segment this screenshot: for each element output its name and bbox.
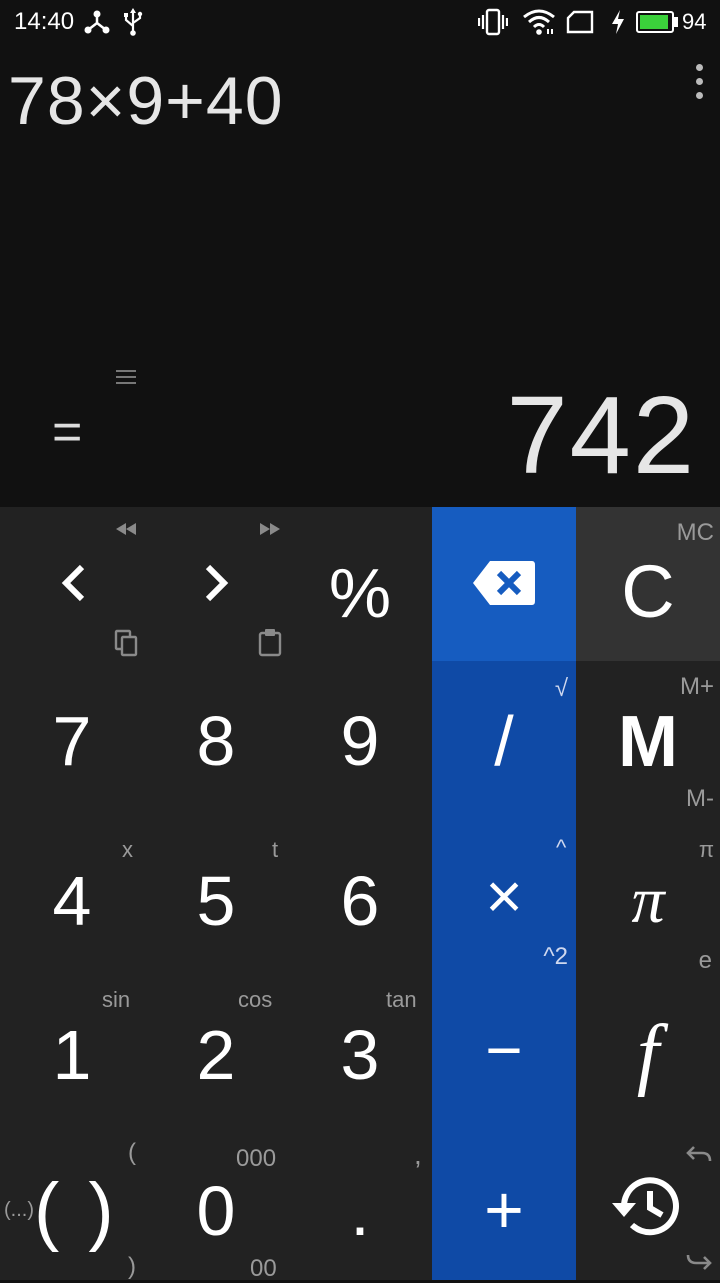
variable-t-label: t [272,837,279,862]
digit-6-button[interactable]: 6 [288,815,432,969]
result-display: 742 [506,374,696,497]
memory-label: M [618,702,678,782]
multiply-label: × [485,860,523,932]
digit-4-button[interactable]: x 4 [0,815,144,969]
memory-clear-label: MC [676,519,714,546]
digit-7-button[interactable]: 7 [0,661,144,815]
usb-icon [124,8,143,36]
percent-button[interactable]: % [288,507,432,661]
cos-label: cos [238,987,273,1012]
power-label: ^ [556,835,567,860]
wifi-icon [523,9,555,35]
sim-card-icon [566,10,594,34]
sin-label: sin [102,987,131,1012]
parentheses-button[interactable]: ( (...) ( ) ) [0,1123,144,1280]
undo-icon [686,1146,712,1162]
history-icon [612,1177,679,1236]
digit-8-label: 8 [196,702,236,780]
digit-3-label: 3 [340,1016,380,1094]
charging-icon [612,10,624,34]
status-bar: 14:40 94 [0,0,720,44]
jump-start-icon [116,523,136,535]
digit-9-button[interactable]: 9 [288,661,432,815]
digit-4-label: 4 [52,862,92,940]
parentheses-label: ( ) [34,1168,118,1253]
digit-9-label: 9 [340,702,380,780]
chevron-left-icon [61,564,85,602]
percent-label: % [328,554,392,632]
digit-8-button[interactable]: 8 [144,661,288,815]
redo-icon [686,1254,712,1270]
clear-button[interactable]: MC C [576,507,720,661]
battery-percent: 94 [682,9,707,34]
close-paren-label: ) [128,1253,136,1280]
more-options-icon[interactable] [690,62,710,102]
status-time: 14:40 [14,8,75,35]
triple-zero-label: 000 [236,1145,277,1172]
battery-tip [674,17,678,27]
memory-plus-label: M+ [679,673,714,700]
memory-button[interactable]: M+ M M- [576,661,720,815]
add-label: + [484,1172,524,1248]
share-icon [84,10,110,34]
decimal-label: . [350,1172,370,1250]
expression-display[interactable]: 78×9+40 [8,62,284,140]
function-label: f [636,1010,660,1098]
multiply-button[interactable]: ^ × ^2 [432,815,576,970]
backspace-icon [473,561,535,605]
digit-1-label: 1 [52,1016,92,1094]
add-button[interactable]: + [432,1123,576,1280]
backspace-button[interactable] [432,507,576,661]
battery-icon [636,11,674,33]
function-button[interactable]: f [576,969,720,1123]
memory-minus-label: M- [686,785,714,812]
keypad: % MC C 7 8 9 √ / M+ M M- x 4 t 5 6 ^ × ^… [0,507,720,1282]
copy-icon [114,629,138,657]
digit-3-button[interactable]: tan 3 [288,969,432,1123]
digit-5-button[interactable]: t 5 [144,815,288,969]
digit-1-button[interactable]: sin 1 [0,969,144,1123]
ellipsis-paren-label: (...) [4,1199,34,1221]
pi-button[interactable]: π π e [576,815,720,974]
battery-level [640,15,668,29]
subtract-label: − [485,1014,523,1086]
digit-6-label: 6 [340,862,380,940]
pi-label: π [631,864,665,937]
open-paren-label: ( [128,1139,136,1166]
digit-5-label: 5 [196,862,236,940]
history-button[interactable] [576,1123,720,1280]
clear-label: C [621,550,675,633]
square-label: ^2 [543,943,568,970]
digit-0-button[interactable]: 000 0 00 [144,1123,288,1282]
jump-end-icon [260,523,280,535]
double-zero-label: 00 [250,1255,277,1282]
digit-7-label: 7 [52,702,92,780]
chevron-right-icon [205,564,229,602]
paste-icon [258,629,282,657]
subtract-button[interactable]: − [432,969,576,1123]
comma-label: , [414,1139,422,1170]
digit-0-label: 0 [196,1172,236,1250]
drag-handle-icon[interactable] [116,369,136,385]
square-root-label: √ [554,675,568,702]
decimal-button[interactable]: , . [288,1123,432,1280]
cursor-left-button[interactable] [0,507,144,661]
digit-2-button[interactable]: cos 2 [144,969,288,1123]
pi-secondary-label: π [698,837,714,862]
digit-2-label: 2 [196,1016,236,1094]
variable-x-label: x [122,837,133,862]
vibrate-icon [478,8,508,36]
equals-sign: = [52,403,83,461]
tan-label: tan [386,987,417,1012]
cursor-right-button[interactable] [144,507,288,661]
divide-button[interactable]: √ / [432,661,576,815]
divide-label: / [494,702,514,780]
